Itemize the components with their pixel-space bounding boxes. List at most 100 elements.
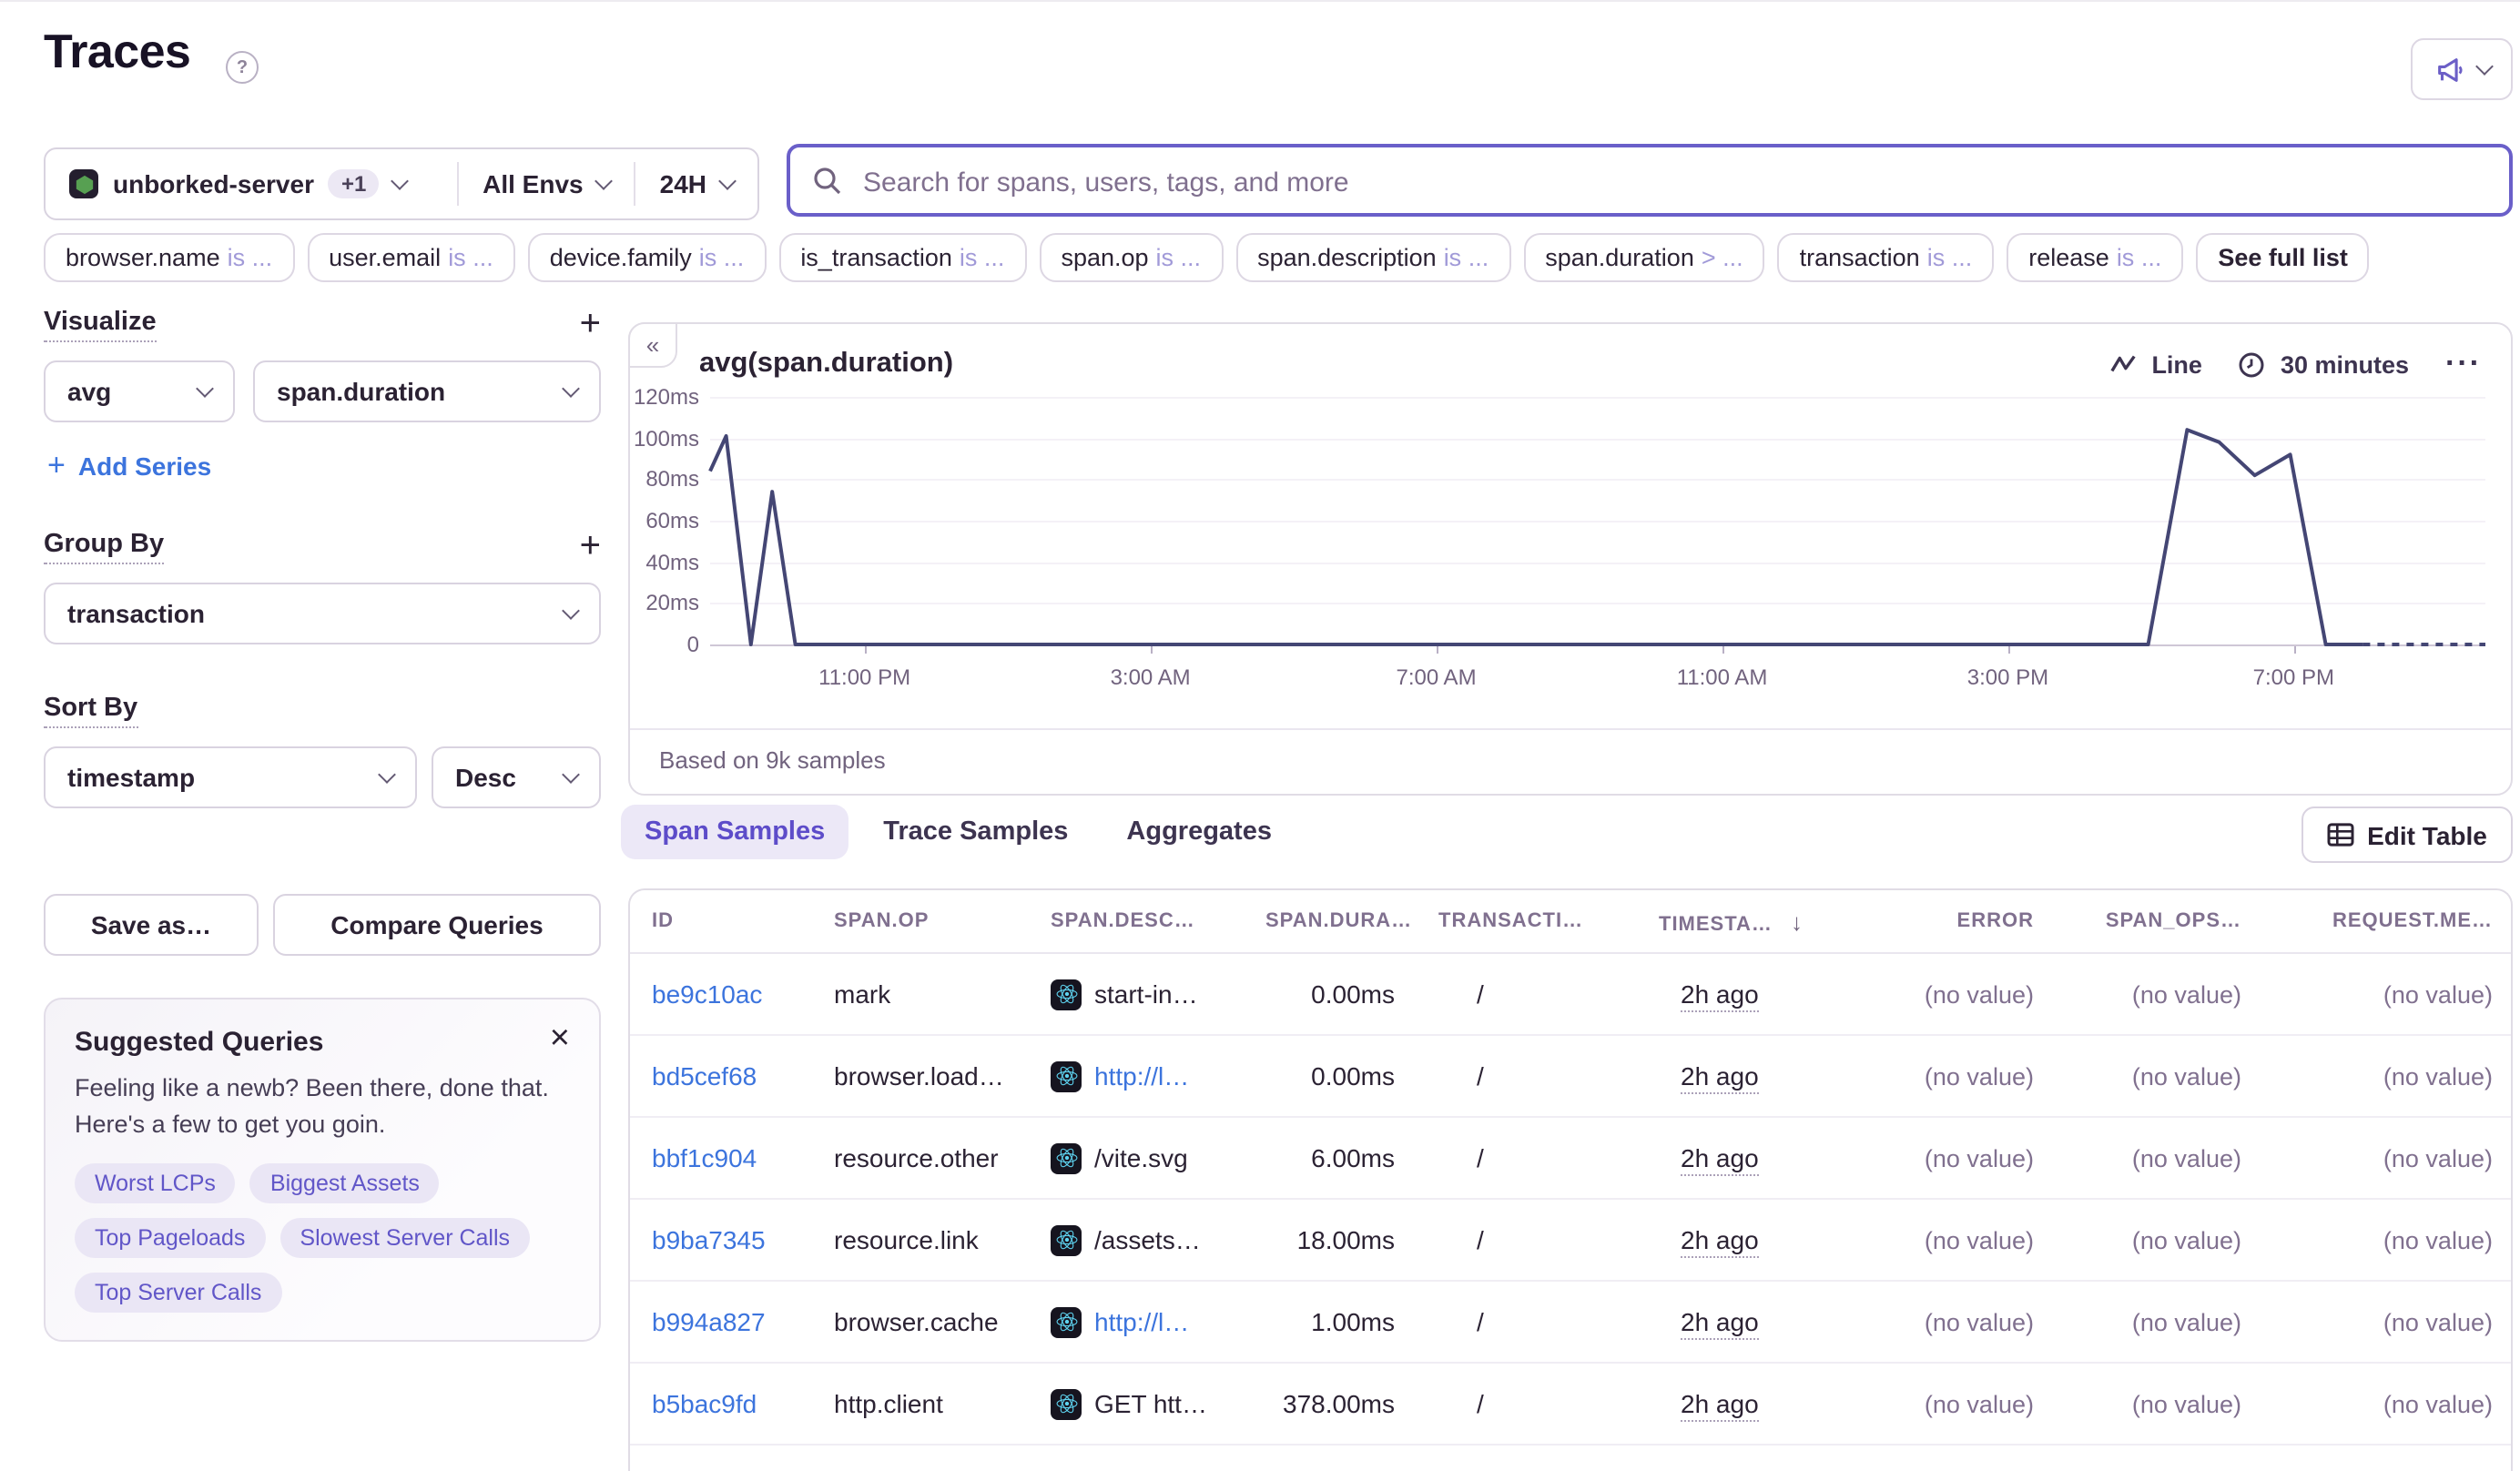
sort-direction-select[interactable]: Desc — [432, 746, 601, 808]
span-id-link[interactable]: bd5cef68 — [652, 1061, 757, 1091]
span-id-link[interactable]: b994a827 — [652, 1307, 766, 1336]
timestamp-value: 2h ago — [1681, 1307, 1759, 1340]
filter-chip-user.email[interactable]: user.email is ... — [307, 233, 515, 282]
filter-chip-operator: is ... — [448, 244, 493, 271]
cell-span-id: b41bfb26 — [630, 1445, 812, 1471]
y-axis-label: 60ms — [630, 508, 699, 533]
search-input[interactable] — [859, 147, 2469, 217]
span-description: start-in… — [1051, 979, 1222, 1009]
column-header-id[interactable]: ID — [630, 890, 812, 953]
see-full-list-button[interactable]: See full list — [2196, 233, 2370, 282]
chevron-down-icon — [2474, 57, 2493, 76]
filter-chip-operator: is ... — [1927, 244, 1973, 271]
cell-transaction: / — [1417, 1281, 1637, 1363]
suggested-query-chip[interactable]: Worst LCPs — [75, 1163, 236, 1203]
project-platform-icon — [69, 169, 98, 198]
environment-selector[interactable]: All Envs — [459, 149, 635, 218]
chevron-down-icon — [391, 172, 409, 190]
suggested-query-chip[interactable]: Slowest Server Calls — [279, 1218, 530, 1258]
suggested-query-chip[interactable]: Top Pageloads — [75, 1218, 265, 1258]
span-id-link[interactable]: b9ba7345 — [652, 1225, 766, 1254]
cell-transaction: / — [1417, 953, 1637, 1035]
cell-transaction: / — [1417, 1199, 1637, 1281]
cell-request-method: (no value) — [2241, 1199, 2513, 1281]
tab-trace-samples[interactable]: Trace Samples — [859, 805, 1092, 859]
span-id-link[interactable]: be9c10ac — [652, 979, 762, 1009]
cell-span-ops: (no value) — [2034, 1199, 2241, 1281]
tab-span-samples[interactable]: Span Samples — [621, 805, 848, 859]
sort-desc-icon: ↓ — [1791, 908, 1804, 935]
table-icon — [2327, 823, 2354, 847]
span-description: GET htt… — [1051, 1388, 1222, 1419]
filter-chip-key: device.family — [550, 244, 692, 271]
span-id-link[interactable]: b5bac9fd — [652, 1389, 757, 1418]
add-group-by-button[interactable]: + — [580, 530, 601, 563]
column-header-span_ops[interactable]: SPAN_OPS… — [2034, 890, 2241, 953]
cell-timestamp: 2h ago — [1637, 1281, 1874, 1363]
group-by-select[interactable]: transaction — [44, 583, 601, 644]
filter-chip-operator: > ... — [1702, 244, 1743, 271]
table-row: be9c10acmark start-in…0.00ms/2h ago(no v… — [630, 953, 2513, 1035]
add-visualize-button[interactable]: + — [580, 308, 601, 340]
close-icon[interactable]: × — [550, 1027, 570, 1052]
filter-chip-span.duration[interactable]: span.duration> ... — [1523, 233, 1764, 282]
column-header-span.desc[interactable]: SPAN.DESC… — [1029, 890, 1244, 953]
chevron-down-icon — [378, 766, 396, 784]
react-icon — [1051, 1060, 1082, 1091]
filter-chip-key: user.email — [329, 244, 441, 271]
suggested-query-chip[interactable]: Biggest Assets — [250, 1163, 440, 1203]
edit-table-button[interactable]: Edit Table — [2302, 807, 2513, 863]
filter-chip-is_transaction[interactable]: is_transactionis ... — [778, 233, 1026, 282]
project-selector[interactable]: unborked-server +1 — [46, 149, 457, 218]
aggregate-select[interactable]: avg — [44, 360, 235, 422]
column-header-span.dura[interactable]: SPAN.DURA… — [1244, 890, 1417, 953]
cell-span-description: GET htt… — [1029, 1363, 1244, 1445]
column-header-span.op[interactable]: SPAN.OP — [812, 890, 1029, 953]
timestamp-value: 2h ago — [1681, 1061, 1759, 1094]
suggested-queries-panel: Suggested Queries × Feeling like a newb?… — [44, 998, 601, 1342]
column-header-label: TRANSACTI… — [1438, 910, 1583, 932]
group-by-label: Group By — [44, 530, 164, 564]
field-select[interactable]: span.duration — [253, 360, 601, 422]
filter-chip-span.description[interactable]: span.descriptionis ... — [1235, 233, 1510, 282]
span-description-text[interactable]: http://l… — [1094, 1307, 1189, 1336]
column-header-timesta[interactable]: TIMESTA…↓ — [1637, 890, 1874, 953]
filter-chip-browser.name[interactable]: browser.nameis ... — [44, 233, 294, 282]
column-header-transacti[interactable]: TRANSACTI… — [1417, 890, 1637, 953]
help-icon[interactable]: ? — [226, 51, 259, 84]
x-axis-tick — [1437, 646, 1438, 654]
compare-queries-button[interactable]: Compare Queries — [273, 894, 601, 956]
x-axis-tick — [1722, 646, 1724, 654]
filter-chip-transaction[interactable]: transactionis ... — [1778, 233, 1995, 282]
timestamp-value: 2h ago — [1681, 1143, 1759, 1176]
span-description: /assets… — [1051, 1224, 1222, 1255]
cell-error: (no value) — [1874, 1363, 2034, 1445]
filter-chip-device.family[interactable]: device.family is ... — [528, 233, 767, 282]
sort-field-select[interactable]: timestamp — [44, 746, 417, 808]
add-series-label: Add Series — [78, 451, 211, 481]
save-as-button[interactable]: Save as… — [44, 894, 259, 956]
span-id-link[interactable]: bbf1c904 — [652, 1143, 757, 1172]
react-icon — [1051, 1306, 1082, 1337]
time-range-selector[interactable]: 24H — [636, 149, 757, 218]
filter-chip-key: release — [2028, 244, 2109, 271]
add-series-button[interactable]: + Add Series — [47, 448, 211, 484]
project-extra-count: +1 — [329, 169, 379, 198]
filter-chip-release[interactable]: releaseis ... — [2007, 233, 2183, 282]
suggested-query-chip[interactable]: Top Server Calls — [75, 1273, 281, 1313]
column-header-error[interactable]: ERROR — [1874, 890, 2034, 953]
filter-chip-span.op[interactable]: span.opis ... — [1039, 233, 1223, 282]
cell-error: (no value) — [1874, 1281, 2034, 1363]
plus-icon: + — [47, 448, 66, 484]
span-description-text[interactable]: http://l… — [1094, 1061, 1189, 1091]
cell-error: (no value) — [1874, 1035, 2034, 1117]
cell-transaction: / — [1417, 1117, 1637, 1199]
cell-span-ops: (no value) — [2034, 1281, 2241, 1363]
column-header-request.me[interactable]: REQUEST.ME… — [2241, 890, 2513, 953]
whats-new-button[interactable] — [2411, 38, 2513, 100]
tab-aggregates[interactable]: Aggregates — [1102, 805, 1296, 859]
y-axis-label: 100ms — [630, 425, 699, 451]
x-axis-label: 3:00 AM — [1078, 664, 1224, 690]
filter-chip-operator: is ... — [699, 244, 745, 271]
filter-chip-operator: is ... — [228, 244, 273, 271]
